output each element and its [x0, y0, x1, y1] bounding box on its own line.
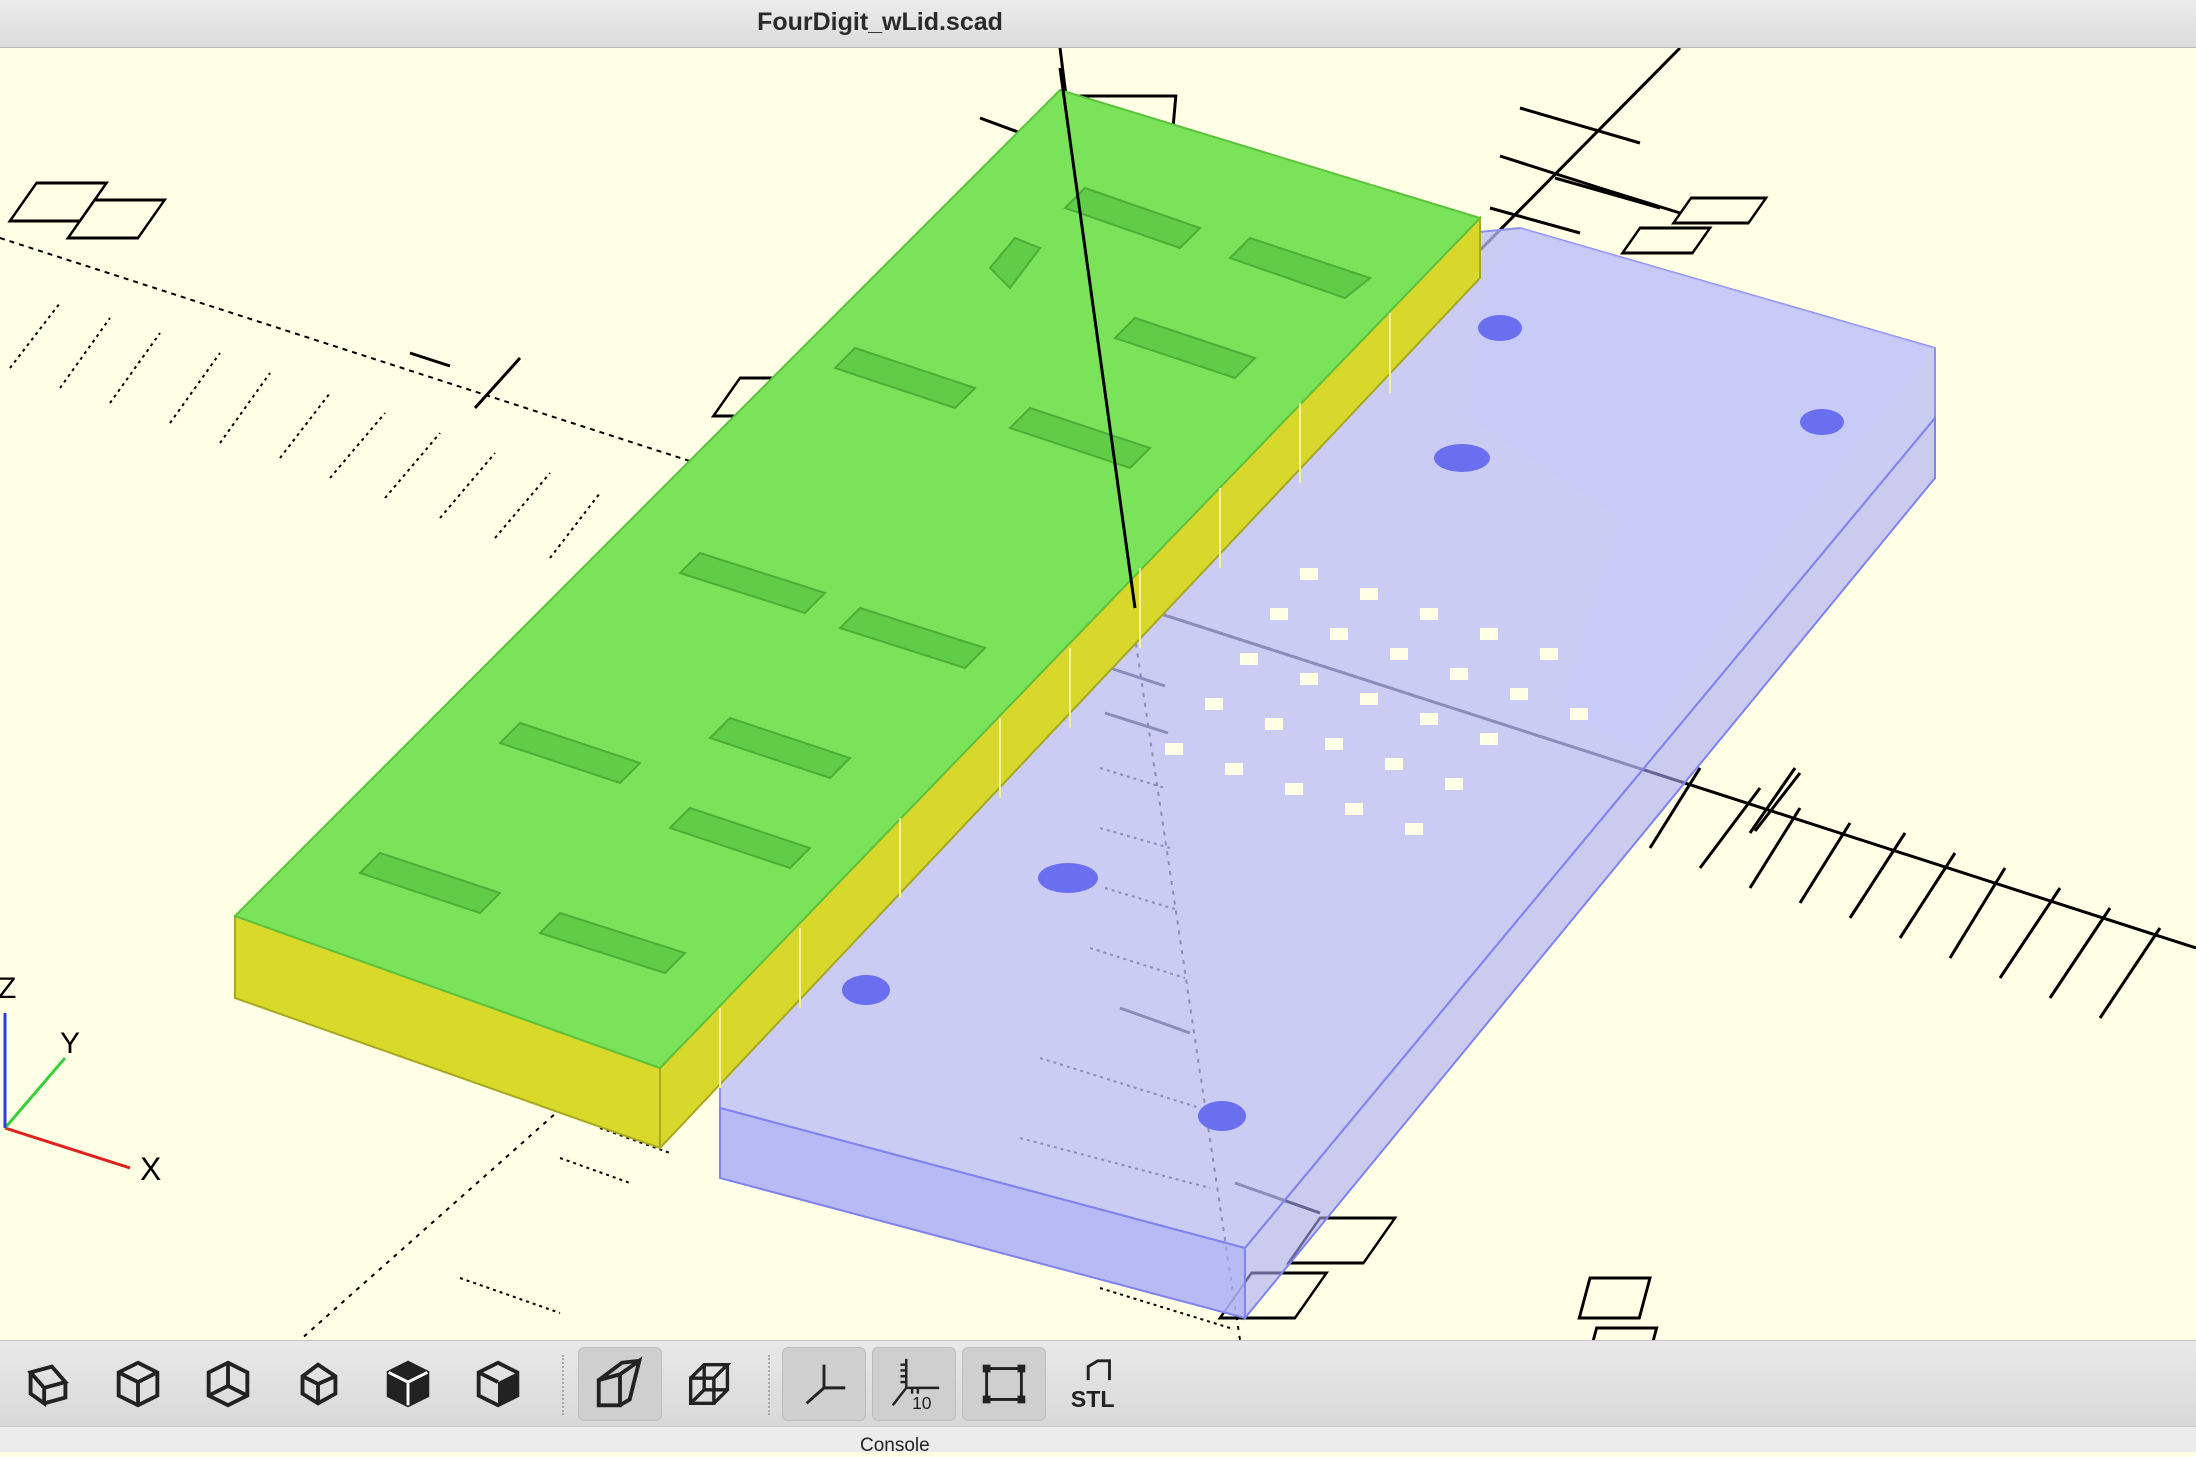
scale-markers-icon: 10	[891, 1358, 940, 1413]
edges-icon	[982, 1364, 1026, 1404]
status-bar: Console	[0, 1426, 2196, 1456]
orthogonal-icon	[688, 1362, 732, 1406]
3d-viewport[interactable]: X Y Z	[0, 48, 2196, 1340]
axis-gizmo: X Y Z	[0, 972, 161, 1187]
toolbar-separator	[562, 1355, 564, 1415]
view-top-icon	[116, 1360, 160, 1408]
gizmo-z-label: Z	[0, 972, 16, 1005]
show-axes-button[interactable]	[782, 1347, 866, 1421]
view-top-button[interactable]	[96, 1347, 180, 1421]
window-title: FourDigit_wLid.scad	[757, 8, 1003, 36]
gizmo-x-axis	[4, 1126, 131, 1170]
neg-x-axis-ticks	[9, 302, 661, 574]
orthogonal-button[interactable]	[668, 1347, 752, 1421]
export-stl-button[interactable]: STL	[1052, 1347, 1136, 1421]
view-bottom-icon	[206, 1360, 250, 1408]
view-right-button[interactable]	[6, 1347, 90, 1421]
gizmo-x-label: X	[140, 1151, 161, 1187]
view-front-icon	[386, 1360, 430, 1408]
perspective-icon	[596, 1356, 643, 1408]
gizmo-y-axis	[3, 1057, 67, 1129]
axes-icon	[805, 1364, 846, 1405]
view-left-icon	[300, 1362, 338, 1406]
view-right-icon	[27, 1364, 69, 1408]
view-toolbar: 10 STL	[0, 1340, 2196, 1426]
perspective-button[interactable]	[578, 1347, 662, 1421]
window-titlebar: FourDigit_wLid.scad	[0, 0, 2196, 48]
scale-markers-label: 10	[912, 1393, 931, 1413]
view-back-icon	[476, 1360, 520, 1408]
gizmo-y-label: Y	[60, 1027, 80, 1060]
view-front-button[interactable]	[366, 1347, 450, 1421]
show-scale-markers-button[interactable]: 10	[872, 1347, 956, 1421]
x-axis-ticks	[1648, 767, 2162, 1019]
stl-export-icon: STL	[1071, 1359, 1115, 1412]
viewport-canvas[interactable]: X Y Z	[0, 48, 2196, 1340]
view-left-button[interactable]	[276, 1347, 360, 1421]
console-tab[interactable]: Console	[860, 1435, 930, 1457]
view-bottom-button[interactable]	[186, 1347, 270, 1421]
view-back-button[interactable]	[456, 1347, 540, 1421]
stl-label: STL	[1071, 1386, 1115, 1412]
y-axis-ticks	[1489, 106, 1681, 235]
toolbar-separator	[768, 1355, 770, 1415]
show-edges-button[interactable]	[962, 1347, 1046, 1421]
